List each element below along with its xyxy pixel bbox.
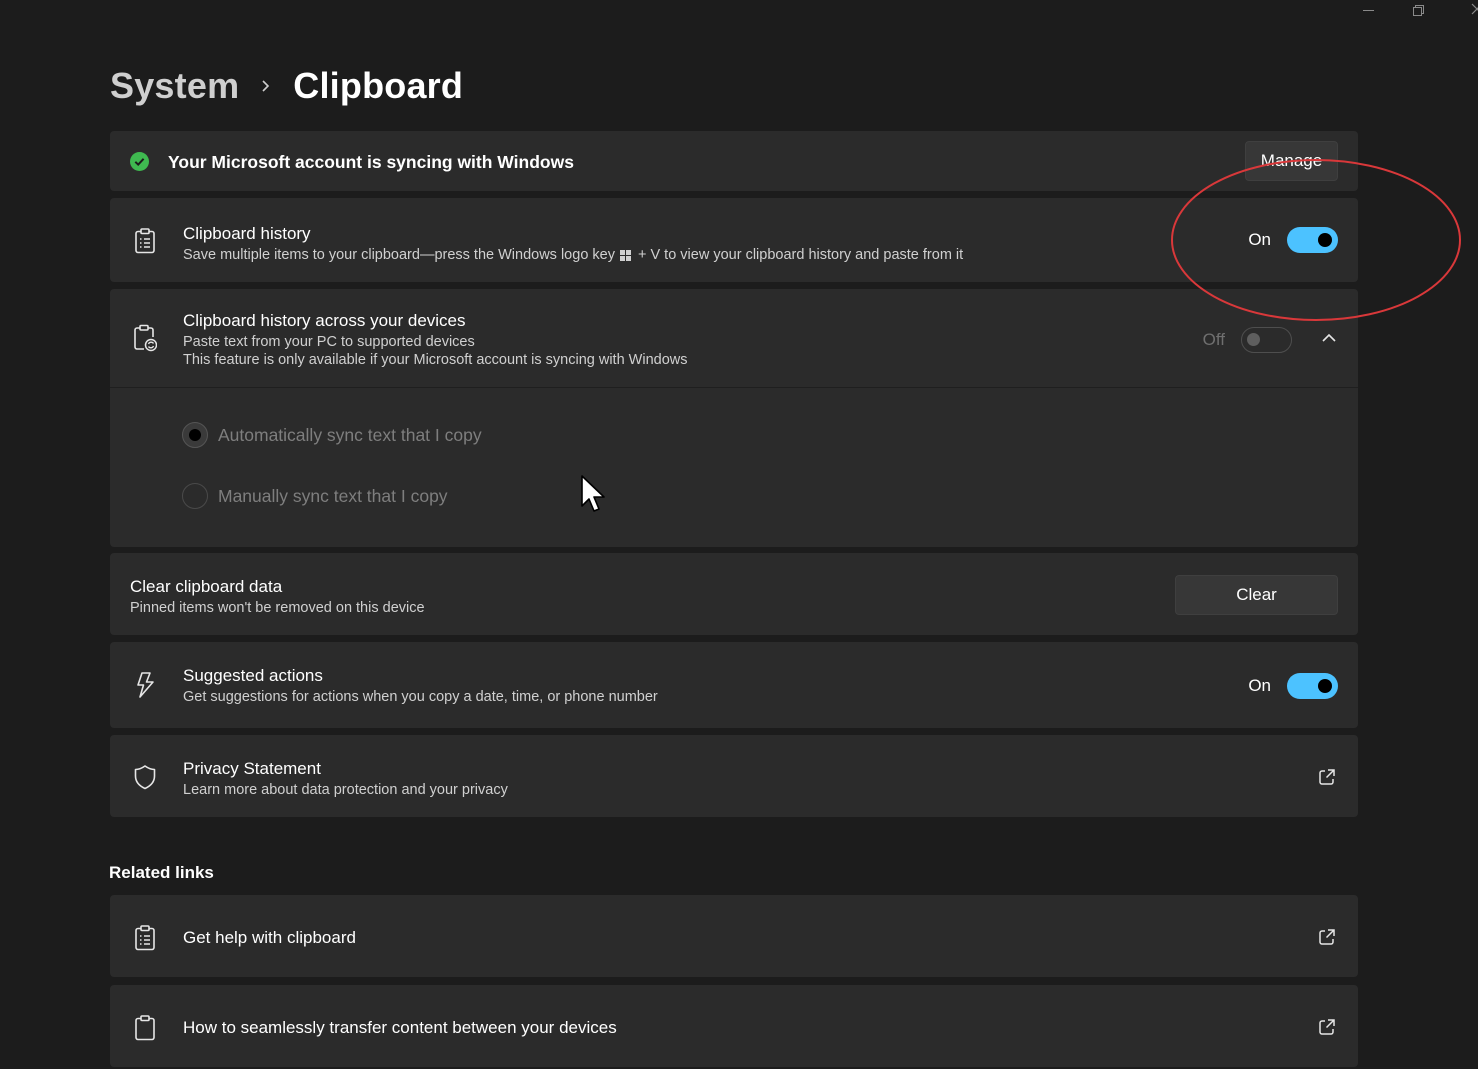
radio-auto-sync-label: Automatically sync text that I copy bbox=[218, 424, 482, 445]
external-link-icon bbox=[1319, 769, 1335, 785]
radio-manual-sync-label: Manually sync text that I copy bbox=[218, 485, 448, 506]
clipboard-across-devices-header[interactable]: Clipboard history across your devices Pa… bbox=[110, 289, 1358, 388]
clear-clipboard-desc: Pinned items won't be removed on this de… bbox=[130, 600, 425, 616]
toggle-knob bbox=[1318, 233, 1332, 247]
related-link-help[interactable]: Get help with clipboard bbox=[110, 895, 1358, 977]
across-devices-toggle-group: Off bbox=[1203, 327, 1292, 353]
suggested-actions-toggle-group: On bbox=[1248, 673, 1338, 699]
related-link-transfer-label: How to seamlessly transfer content betwe… bbox=[183, 1018, 617, 1037]
clear-button[interactable]: Clear bbox=[1175, 575, 1338, 615]
close-button[interactable] bbox=[1466, 2, 1478, 18]
suggested-actions-title: Suggested actions bbox=[183, 666, 323, 685]
restore-button[interactable] bbox=[1413, 5, 1424, 16]
external-link-icon bbox=[1319, 1019, 1335, 1035]
clipboard-history-title: Clipboard history bbox=[183, 224, 311, 243]
privacy-title: Privacy Statement bbox=[183, 759, 321, 778]
across-devices-title: Clipboard history across your devices bbox=[183, 311, 466, 330]
radio-manual-sync[interactable]: Manually sync text that I copy bbox=[182, 483, 448, 509]
manage-button[interactable]: Manage bbox=[1245, 141, 1338, 181]
clipboard-sync-icon bbox=[132, 324, 158, 352]
across-devices-desc-1: Paste text from your PC to supported dev… bbox=[183, 334, 475, 350]
breadcrumb: System Clipboard bbox=[110, 62, 463, 110]
clear-clipboard-row: Clear clipboard data Pinned items won't … bbox=[110, 553, 1358, 635]
related-links-heading: Related links bbox=[109, 863, 214, 882]
clipboard-list-icon bbox=[132, 925, 158, 951]
breadcrumb-system[interactable]: System bbox=[110, 65, 239, 107]
clipboard-history-desc-part1: Save multiple items to your clipboard—pr… bbox=[183, 247, 615, 263]
radio-auto-sync-button[interactable] bbox=[182, 422, 208, 448]
lightning-icon bbox=[132, 672, 158, 698]
toggle-knob bbox=[1247, 333, 1260, 346]
across-devices-toggle[interactable] bbox=[1241, 327, 1292, 353]
toggle-knob bbox=[1318, 679, 1332, 693]
privacy-desc: Learn more about data protection and you… bbox=[183, 782, 508, 798]
clipboard-history-desc: Save multiple items to your clipboard—pr… bbox=[183, 247, 963, 263]
clipboard-icon bbox=[132, 1015, 158, 1041]
radio-manual-sync-button[interactable] bbox=[182, 483, 208, 509]
check-circle-icon bbox=[130, 152, 149, 171]
shield-icon bbox=[132, 764, 158, 790]
clipboard-history-toggle-group: On bbox=[1248, 227, 1338, 253]
privacy-statement-row[interactable]: Privacy Statement Learn more about data … bbox=[110, 735, 1358, 817]
external-link-icon bbox=[1319, 929, 1335, 945]
clipboard-list-icon bbox=[132, 228, 158, 254]
related-link-help-label: Get help with clipboard bbox=[183, 928, 356, 947]
sync-status-text: Your Microsoft account is syncing with W… bbox=[168, 152, 574, 172]
clear-clipboard-title: Clear clipboard data bbox=[130, 577, 283, 596]
mouse-cursor-icon bbox=[581, 475, 605, 512]
settings-window: System Clipboard Your Microsoft account … bbox=[0, 0, 1478, 1069]
suggested-actions-state-label: On bbox=[1248, 676, 1271, 695]
radio-auto-sync[interactable]: Automatically sync text that I copy bbox=[182, 422, 482, 448]
chevron-up-icon[interactable] bbox=[1322, 333, 1336, 342]
page-title: Clipboard bbox=[293, 65, 464, 106]
related-link-transfer[interactable]: How to seamlessly transfer content betwe… bbox=[110, 985, 1358, 1067]
sync-status-banner: Your Microsoft account is syncing with W… bbox=[110, 131, 1358, 191]
chevron-right-icon bbox=[261, 78, 271, 94]
clipboard-history-toggle[interactable] bbox=[1287, 227, 1338, 253]
windows-logo-icon bbox=[619, 249, 631, 261]
clipboard-history-desc-part2: + V to view your clipboard history and p… bbox=[637, 247, 964, 263]
clipboard-across-devices-card: Clipboard history across your devices Pa… bbox=[110, 289, 1358, 547]
across-devices-state-label: Off bbox=[1202, 330, 1225, 349]
across-devices-desc-2: This feature is only available if your M… bbox=[183, 352, 688, 368]
suggested-actions-desc: Get suggestions for actions when you cop… bbox=[183, 689, 658, 705]
clipboard-history-state-label: On bbox=[1248, 230, 1271, 249]
suggested-actions-toggle[interactable] bbox=[1287, 673, 1338, 699]
clipboard-history-row: Clipboard history Save multiple items to… bbox=[110, 198, 1358, 282]
minimize-button[interactable] bbox=[1363, 10, 1374, 11]
suggested-actions-row: Suggested actions Get suggestions for ac… bbox=[110, 642, 1358, 728]
